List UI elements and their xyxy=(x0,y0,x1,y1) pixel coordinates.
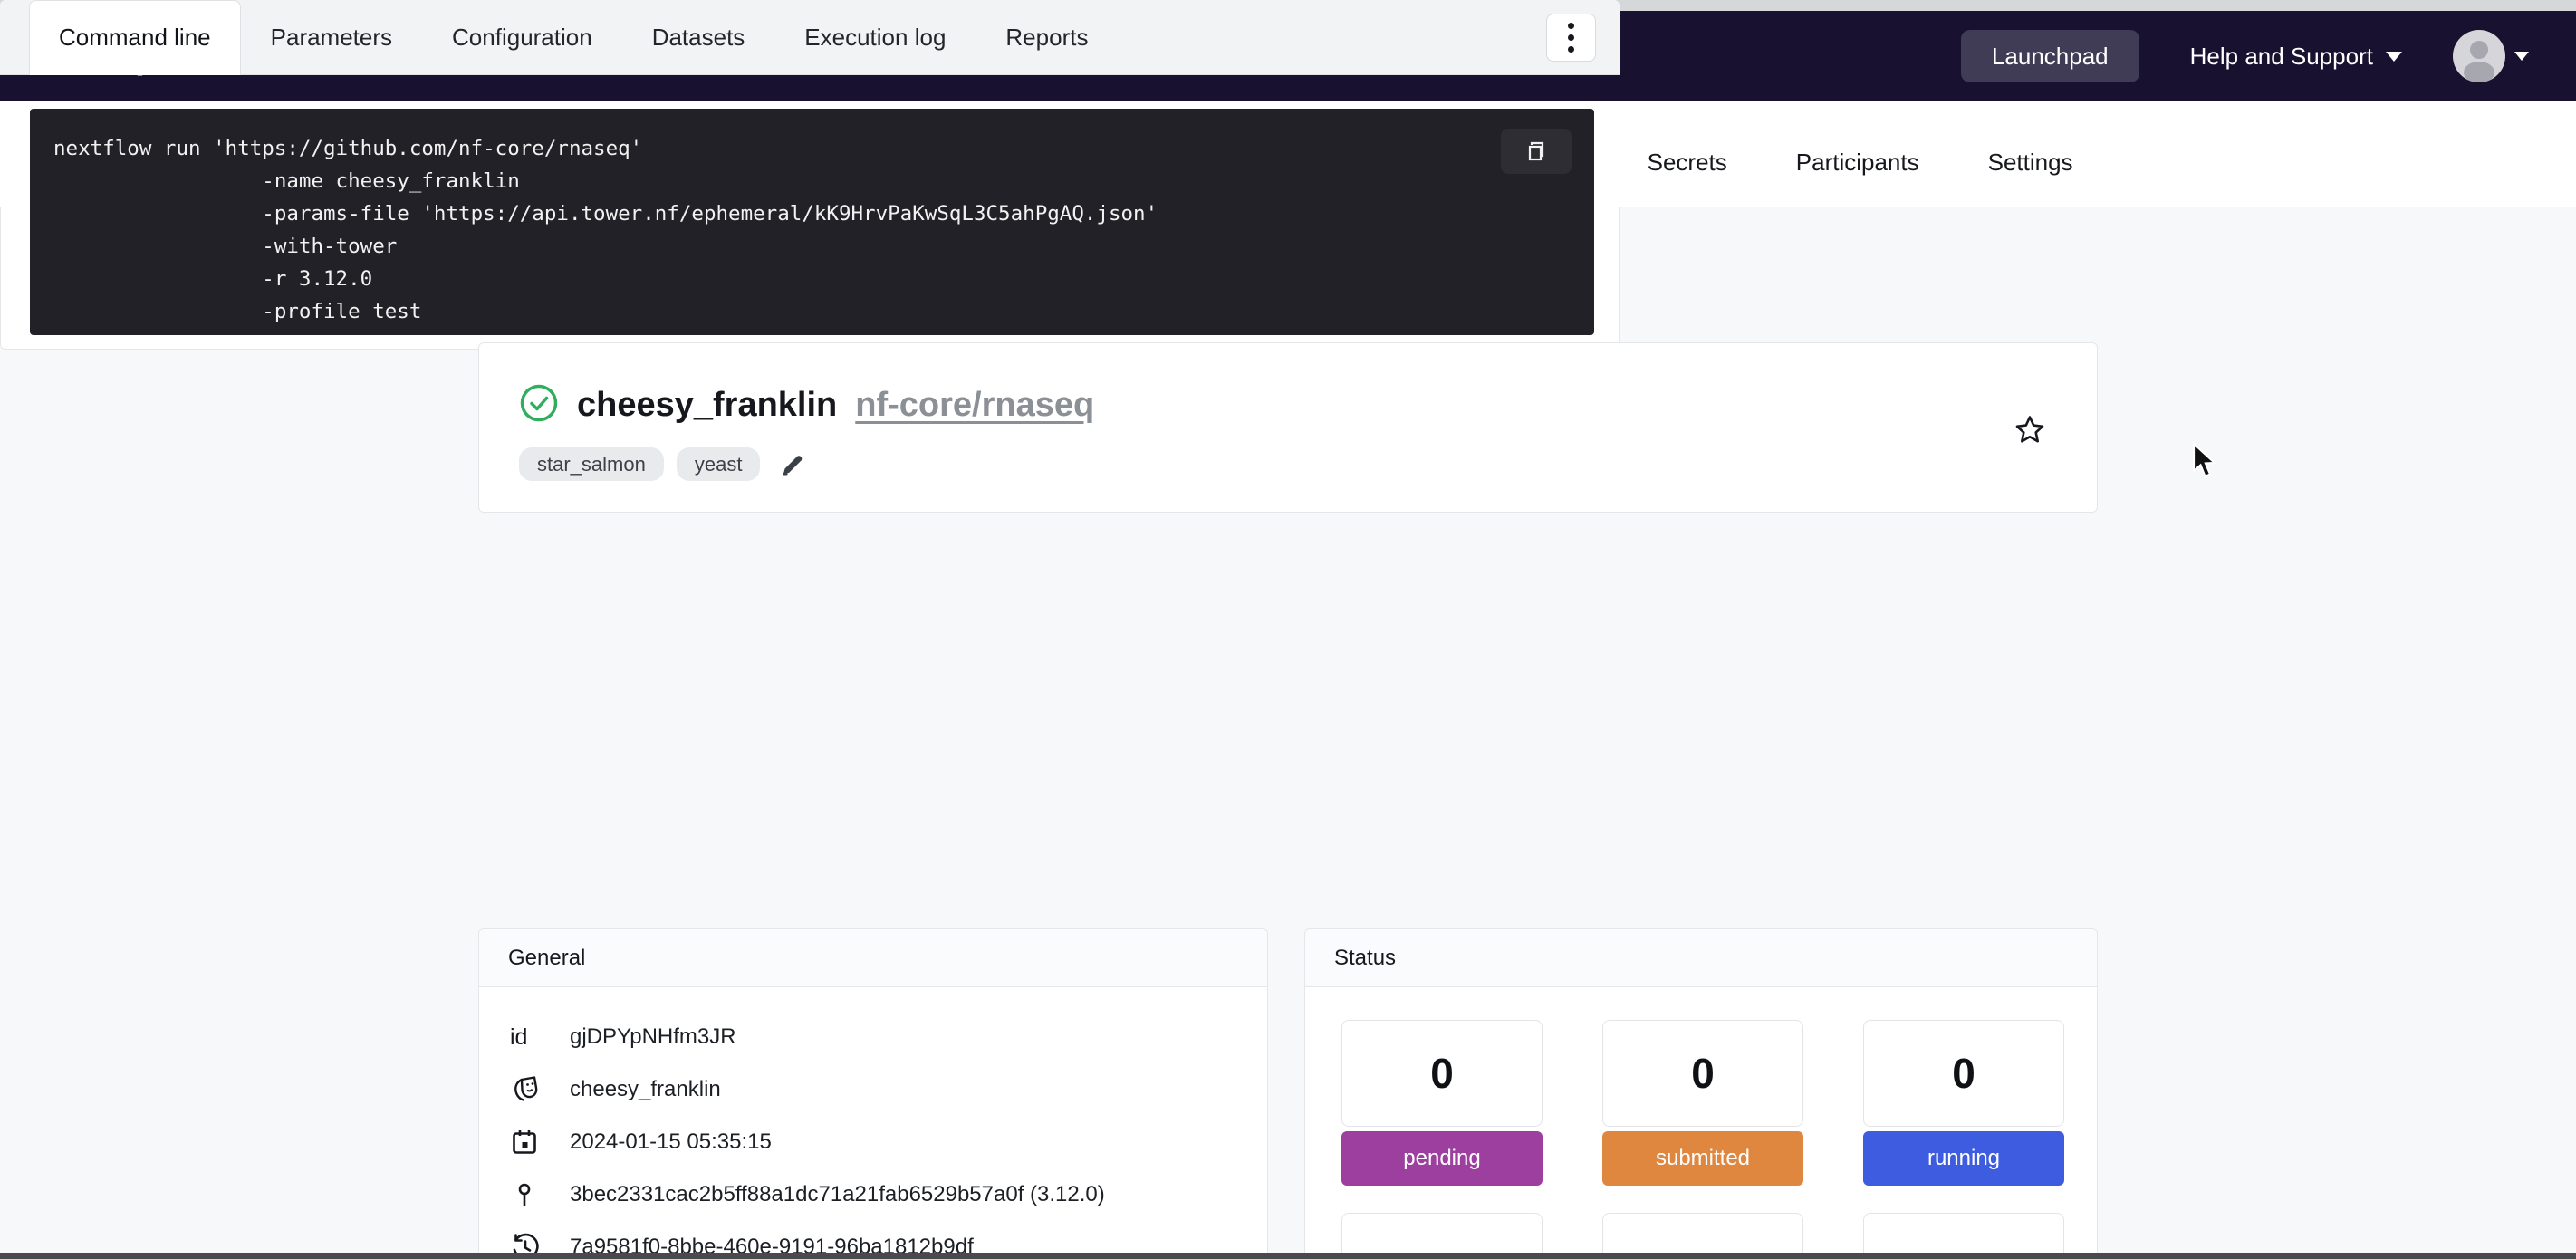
navbar-right: Launchpad Help and Support xyxy=(1961,30,2529,82)
pipeline-link[interactable]: nf-core/rnaseq xyxy=(855,386,1094,425)
general-row-id: id gjDPYpNHfm3JR xyxy=(510,1011,1267,1063)
tab-command-line[interactable]: Command line xyxy=(29,0,241,75)
start-date-value: 2024-01-15 05:35:15 xyxy=(570,1129,772,1155)
general-row-commit: 3bec2331cac2b5ff88a1dc71a21fab6529b57a0f… xyxy=(510,1168,1267,1221)
run-head: cheesy_franklin nf-core/rnaseq xyxy=(519,383,2097,428)
tab-parameters[interactable]: Parameters xyxy=(241,0,422,75)
tab-settings[interactable]: Settings xyxy=(1965,149,2097,207)
run-name-value: cheesy_franklin xyxy=(570,1077,721,1102)
chevron-down-icon xyxy=(2514,52,2529,61)
status-col-pending: 0 pending 0 xyxy=(1341,1020,1543,1259)
avatar xyxy=(2453,30,2505,82)
copy-button[interactable] xyxy=(1501,129,1572,174)
running-badge: running xyxy=(1863,1131,2064,1186)
tab-execution-log[interactable]: Execution log xyxy=(774,0,976,75)
pending-badge: pending xyxy=(1341,1131,1543,1186)
general-card: General id gjDPYpNHfm3JR cheesy_franklin xyxy=(478,928,1268,1259)
help-and-support-label: Help and Support xyxy=(2190,43,2373,71)
status-col-submitted: 0 submitted 195 xyxy=(1602,1020,1803,1259)
detail-tab-bar: Command line Parameters Configuration Da… xyxy=(0,0,1620,75)
id-label: id xyxy=(510,1024,570,1051)
label-pill[interactable]: yeast xyxy=(677,447,761,481)
status-tile: 0 xyxy=(1602,1020,1803,1127)
star-icon xyxy=(2014,414,2046,447)
run-id-value: gjDPYpNHfm3JR xyxy=(570,1024,736,1050)
user-menu[interactable] xyxy=(2453,30,2529,82)
pending-count: 0 xyxy=(1430,1049,1454,1098)
calendar-icon xyxy=(510,1128,570,1157)
commit-icon xyxy=(510,1180,570,1209)
command-line-panel: nextflow run 'https://github.com/nf-core… xyxy=(0,75,1620,350)
run-details-panel: Command line Parameters Configuration Da… xyxy=(0,0,1620,350)
copy-icon xyxy=(1523,139,1549,164)
submitted-count: 0 xyxy=(1691,1049,1715,1098)
status-card: Status 0 pending 0 0 submitted 195 xyxy=(1304,928,2098,1259)
theater-masks-icon xyxy=(510,1074,570,1105)
launchpad-button[interactable]: Launchpad xyxy=(1961,30,2139,82)
screen: seqera Launchpad Help and Support xyxy=(0,0,2576,1259)
success-check-icon xyxy=(519,383,559,428)
command-line-text: nextflow run 'https://github.com/nf-core… xyxy=(53,132,1594,328)
window-bottom-strip xyxy=(0,1253,2576,1259)
tab-participants[interactable]: Participants xyxy=(1773,149,1943,207)
general-card-header: General xyxy=(479,929,1267,987)
run-summary-card: cheesy_franklin nf-core/rnaseq star_salm… xyxy=(478,342,2098,513)
edit-labels-button[interactable] xyxy=(773,450,807,479)
chevron-down-icon xyxy=(2386,52,2402,62)
favorite-star-button[interactable] xyxy=(2014,414,2046,449)
status-tile: 0 xyxy=(1341,1020,1543,1127)
submitted-badge: submitted xyxy=(1602,1131,1803,1186)
help-and-support-menu[interactable]: Help and Support xyxy=(2190,43,2402,71)
more-options-button[interactable] xyxy=(1546,14,1596,62)
status-tile: 0 xyxy=(1863,1020,2064,1127)
general-row-date: 2024-01-15 05:35:15 xyxy=(510,1116,1267,1168)
status-grid: 0 pending 0 0 submitted 195 0 xyxy=(1305,987,2097,1259)
command-line-block: nextflow run 'https://github.com/nf-core… xyxy=(30,109,1594,335)
commit-value: 3bec2331cac2b5ff88a1dc71a21fab6529b57a0f… xyxy=(570,1182,1105,1207)
running-count: 0 xyxy=(1952,1049,1975,1098)
general-rows: id gjDPYpNHfm3JR cheesy_franklin xyxy=(479,987,1267,1259)
kebab-icon xyxy=(1568,23,1574,29)
pencil-icon xyxy=(778,450,807,479)
general-row-run-name: cheesy_franklin xyxy=(510,1063,1267,1116)
run-labels: star_salmon yeast xyxy=(519,447,2097,481)
mouse-cursor xyxy=(2190,442,2221,482)
tab-reports[interactable]: Reports xyxy=(976,0,1118,75)
status-card-header: Status xyxy=(1305,929,2097,987)
label-pill[interactable]: star_salmon xyxy=(519,447,664,481)
tab-secrets[interactable]: Secrets xyxy=(1624,149,1751,207)
status-col-running: 0 running 0 xyxy=(1863,1020,2064,1259)
tab-configuration[interactable]: Configuration xyxy=(422,0,622,75)
tab-datasets[interactable]: Datasets xyxy=(622,0,775,75)
run-name: cheesy_franklin xyxy=(577,386,837,425)
